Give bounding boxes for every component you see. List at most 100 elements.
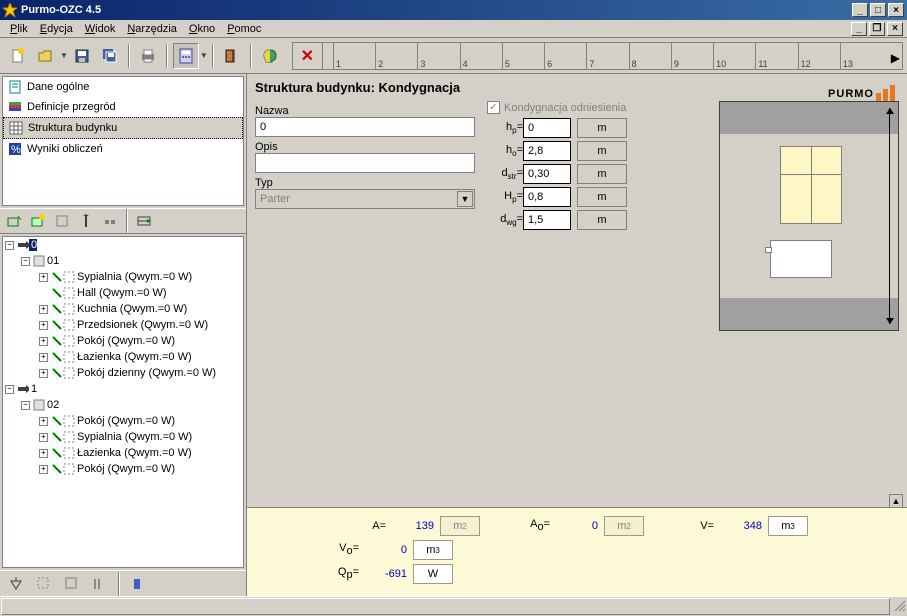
res-Ao-unit: m2	[604, 516, 644, 536]
tree-floor[interactable]: 01	[45, 255, 59, 267]
dwg-input[interactable]	[523, 210, 571, 230]
save-all-button[interactable]	[97, 43, 123, 69]
tree-btn-2[interactable]	[27, 210, 49, 232]
room-icon	[51, 303, 63, 315]
bt-btn-5[interactable]	[125, 571, 151, 597]
menu-widok[interactable]: Widok	[79, 22, 122, 36]
tree-floor[interactable]: 02	[45, 399, 59, 411]
tree-expand-icon[interactable]: +	[39, 449, 48, 458]
menu-narzedzia[interactable]: Narzędzia	[121, 22, 183, 36]
tree-collapse-icon[interactable]: −	[5, 385, 14, 394]
statusbar	[0, 596, 907, 616]
res-A-value: 139	[392, 520, 434, 532]
ruler-close-icon[interactable]: ✕	[293, 43, 323, 69]
dropdown-icon[interactable]: ▼	[457, 191, 473, 207]
tree-room[interactable]: Pokój (Qwym.=0 W)	[75, 415, 175, 427]
bt-btn-4[interactable]	[87, 571, 113, 597]
tree-collapse-icon[interactable]: −	[21, 257, 30, 266]
Hp-input[interactable]	[523, 187, 571, 207]
type-select[interactable]	[255, 189, 475, 209]
tree-expand-icon[interactable]: +	[39, 417, 48, 426]
tree-room[interactable]: Pokój (Qwym.=0 W)	[75, 335, 175, 347]
close-button[interactable]: ×	[888, 3, 904, 17]
tree-btn-4[interactable]	[75, 210, 97, 232]
tree-room[interactable]: Łazienka (Qwym.=0 W)	[75, 447, 192, 459]
tree-btn-1[interactable]	[3, 210, 25, 232]
tree-level[interactable]: 1	[29, 383, 37, 395]
tree-collapse-icon[interactable]: −	[5, 241, 14, 250]
left-panel: Dane ogólne Definicje przegród Struktura…	[0, 74, 247, 596]
tree-collapse-icon[interactable]: −	[21, 401, 30, 410]
tree-expand-icon[interactable]: +	[39, 321, 48, 330]
tree-expand-icon[interactable]: +	[39, 273, 48, 282]
tree-room[interactable]: Hall (Qwym.=0 W)	[75, 287, 167, 299]
resize-grip-icon[interactable]	[891, 597, 907, 616]
tree-btn-6[interactable]	[133, 210, 155, 232]
ruler-next-icon[interactable]: ▶	[891, 51, 900, 65]
tree-expand-icon[interactable]: +	[39, 369, 48, 378]
minimize-button[interactable]: _	[852, 3, 868, 17]
tree-view[interactable]: − 0 − 01 + Sypialnia (Qwym.=0 W) Hall (Qwym…	[2, 236, 244, 568]
tree-root[interactable]: 0	[29, 239, 37, 251]
tree-expand-icon[interactable]: +	[39, 433, 48, 442]
name-input[interactable]	[255, 117, 475, 137]
tree-room[interactable]: Pokój dzienny (Qwym.=0 W)	[75, 367, 216, 379]
tree-btn-3[interactable]	[51, 210, 73, 232]
app-title: Purmo-OZC 4.5	[21, 4, 850, 16]
menu-edycja[interactable]: Edycja	[34, 22, 79, 36]
save-button[interactable]	[69, 43, 95, 69]
dstr-unit[interactable]: m	[577, 164, 627, 184]
dstr-input[interactable]	[523, 164, 571, 184]
svg-text:%: %	[11, 144, 21, 156]
tree-room[interactable]: Przedsionek (Qwym.=0 W)	[75, 319, 208, 331]
nav-definicje-przegrod[interactable]: Definicje przegród	[3, 97, 243, 117]
tree-expand-icon[interactable]: +	[39, 337, 48, 346]
tree-expand-icon[interactable]: +	[39, 353, 48, 362]
tree-room[interactable]: Łazienka (Qwym.=0 W)	[75, 351, 192, 363]
grid-icon	[8, 120, 24, 136]
menu-pomoc[interactable]: Pomoc	[221, 22, 267, 36]
results-collapse-icon[interactable]: ▲	[889, 494, 903, 508]
mdi-close[interactable]: ×	[887, 22, 903, 36]
desc-input[interactable]	[255, 153, 475, 173]
help-button[interactable]	[257, 43, 283, 69]
tree-room[interactable]: Sypialnia (Qwym.=0 W)	[75, 271, 192, 283]
mdi-restore[interactable]: ❐	[869, 22, 885, 36]
tree-expand-icon[interactable]: +	[39, 465, 48, 474]
tree-room[interactable]: Sypialnia (Qwym.=0 W)	[75, 431, 192, 443]
tree-btn-5[interactable]	[99, 210, 121, 232]
nav-struktura-budynku[interactable]: Struktura budynku	[3, 117, 243, 139]
hp-unit[interactable]: m	[577, 118, 627, 138]
room-box-icon	[63, 335, 75, 347]
menu-okno[interactable]: Okno	[183, 22, 221, 36]
Hp-unit[interactable]: m	[577, 187, 627, 207]
new-button[interactable]	[5, 43, 31, 69]
res-Ao-value: 0	[556, 520, 598, 532]
print-button[interactable]	[135, 43, 161, 69]
open-button[interactable]	[33, 43, 59, 69]
hp-input[interactable]	[523, 118, 571, 138]
ho-unit[interactable]: m	[577, 141, 627, 161]
exit-button[interactable]	[219, 43, 245, 69]
menu-plik[interactable]: Plik	[4, 22, 34, 36]
bt-btn-3[interactable]	[59, 571, 85, 597]
name-label: Nazwa	[255, 105, 475, 117]
bt-btn-1[interactable]	[3, 571, 29, 597]
type-label: Typ	[255, 177, 475, 189]
ruler-tick: 4	[460, 43, 502, 69]
mdi-minimize[interactable]: _	[851, 22, 867, 36]
ho-input[interactable]	[523, 141, 571, 161]
nav-dane-ogolne[interactable]: Dane ogólne	[3, 77, 243, 97]
tree-expand-icon[interactable]: +	[39, 305, 48, 314]
calc-button[interactable]	[173, 43, 199, 69]
dwg-unit[interactable]: m	[577, 210, 627, 230]
ref-floor-checkbox[interactable]: ✓	[487, 101, 500, 114]
nav-wyniki-obliczen[interactable]: % Wyniki obliczeń	[3, 139, 243, 159]
maximize-button[interactable]: □	[870, 3, 886, 17]
tree-room[interactable]: Kuchnia (Qwym.=0 W)	[75, 303, 187, 315]
room-box-icon	[63, 303, 75, 315]
room-box-icon	[63, 463, 75, 475]
tree-room[interactable]: Pokój (Qwym.=0 W)	[75, 463, 175, 475]
bt-btn-2[interactable]	[31, 571, 57, 597]
Hp-label: Hp=	[487, 190, 523, 204]
